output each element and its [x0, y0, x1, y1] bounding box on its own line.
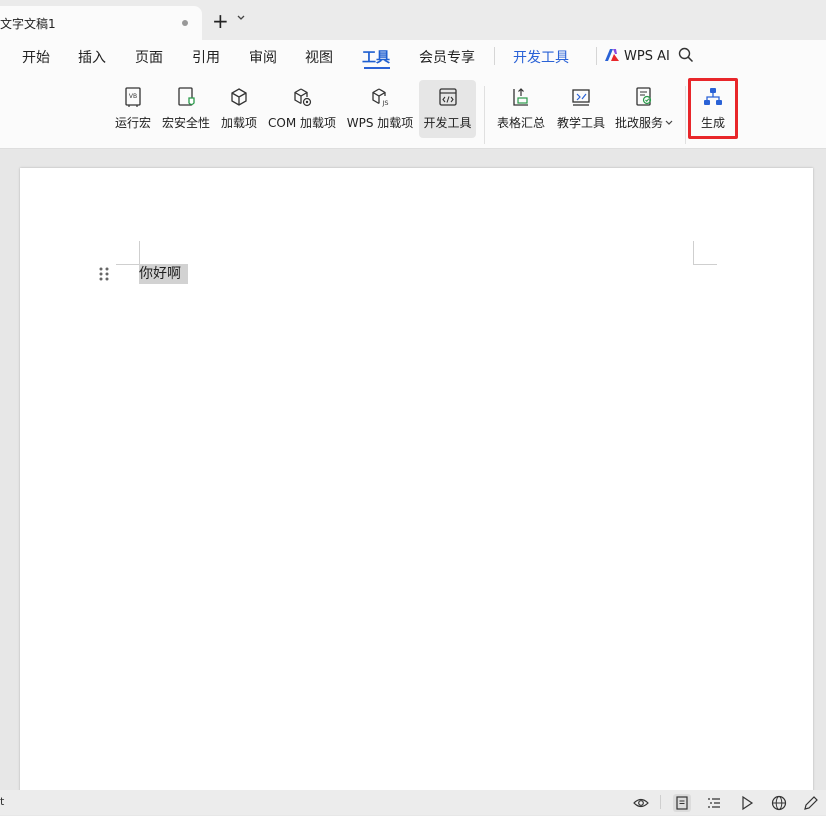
table-summary-label: 表格汇总 — [496, 116, 545, 130]
correction-service-label: 批改服务 — [615, 114, 673, 131]
com-addin-button[interactable]: COM 加载项 — [267, 80, 337, 138]
com-addin-icon — [294, 88, 312, 107]
ribbon-divider — [484, 86, 485, 144]
wps-addin-icon: JS — [372, 88, 389, 107]
teaching-tools-icon — [572, 89, 590, 106]
ribbon-divider — [685, 86, 686, 144]
page-view-icon[interactable] — [673, 794, 691, 812]
margin-mark — [139, 241, 140, 265]
macro-security-label: 宏安全性 — [161, 116, 210, 130]
outline-icon[interactable] — [705, 794, 723, 812]
new-tab-button[interactable]: + — [212, 11, 229, 31]
wps-addin-button[interactable]: JS WPS 加载项 — [346, 80, 414, 138]
run-macro-label: 运行宏 — [114, 116, 151, 130]
status-divider — [660, 795, 661, 809]
menu-review[interactable]: 审阅 — [249, 47, 277, 67]
table-summary-button[interactable]: 表格汇总 — [496, 80, 546, 138]
menu-start[interactable]: 开始 — [22, 47, 50, 67]
unsaved-dot-icon — [182, 20, 188, 26]
wps-ai-label: WPS AI — [624, 49, 670, 64]
chevron-down-icon[interactable] — [236, 14, 246, 25]
table-summary-icon — [513, 88, 528, 106]
play-icon[interactable] — [738, 794, 756, 812]
menu-insert[interactable]: 插入 — [78, 47, 106, 67]
macro-security-button[interactable]: 宏安全性 — [161, 80, 211, 138]
addin-label: 加载项 — [220, 116, 257, 130]
teaching-tools-label: 教学工具 — [556, 116, 605, 130]
correction-service-icon — [636, 87, 652, 106]
wps-addin-label: WPS 加载项 — [346, 116, 414, 130]
margin-mark — [116, 264, 140, 265]
globe-icon[interactable] — [770, 794, 788, 812]
run-macro-button[interactable]: VB 运行宏 — [114, 80, 152, 138]
menu-divider — [494, 47, 495, 65]
wps-ai-button[interactable]: WPS AI — [604, 48, 670, 66]
drag-handle-icon[interactable] — [98, 266, 110, 282]
highlight-box — [688, 78, 738, 139]
status-bar — [0, 790, 826, 815]
document-tab[interactable]: 文字文稿1 — [0, 6, 202, 40]
margin-mark — [693, 241, 694, 265]
dropdown-caret-icon — [665, 120, 673, 125]
menu-view[interactable]: 视图 — [305, 47, 333, 67]
devtools-label: 开发工具 — [423, 116, 472, 130]
macro-security-icon — [178, 87, 195, 106]
menu-tools[interactable]: 工具 — [362, 47, 390, 67]
svg-text:VB: VB — [129, 93, 137, 100]
menu-member[interactable]: 会员专享 — [419, 47, 475, 67]
teaching-tools-button[interactable]: 教学工具 — [556, 80, 606, 138]
selected-paragraph[interactable]: 你好啊 — [139, 264, 188, 284]
search-icon[interactable] — [678, 47, 694, 67]
run-macro-icon: VB — [125, 87, 141, 107]
menu-reference[interactable]: 引用 — [192, 47, 220, 67]
eye-icon[interactable] — [632, 794, 650, 812]
menu-divider — [596, 47, 597, 65]
svg-text:JS: JS — [381, 99, 388, 107]
addin-button[interactable]: 加载项 — [220, 80, 258, 138]
status-left-text: t — [0, 795, 5, 808]
correction-service-button[interactable]: 批改服务 — [614, 80, 674, 138]
wps-ai-logo-icon — [604, 48, 620, 66]
menu-bar — [0, 40, 826, 76]
active-tab-underline — [364, 67, 390, 69]
menu-devtools[interactable]: 开发工具 — [513, 47, 569, 67]
com-addin-label: COM 加载项 — [268, 116, 336, 130]
addin-icon — [231, 88, 247, 106]
document-tab-title: 文字文稿1 — [0, 17, 56, 31]
menu-page[interactable]: 页面 — [135, 47, 163, 67]
pen-icon[interactable] — [802, 794, 820, 812]
margin-mark — [693, 264, 717, 265]
devtools-icon — [438, 88, 457, 106]
devtools-button[interactable]: 开发工具 — [419, 80, 476, 138]
